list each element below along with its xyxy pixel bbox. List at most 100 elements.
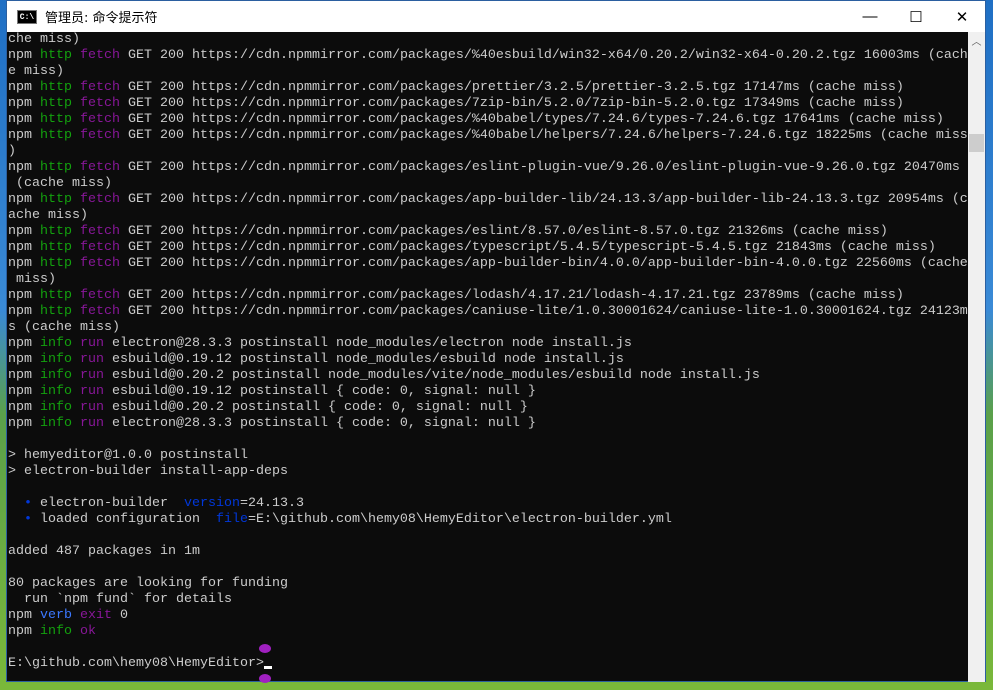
console-text-segment: electron-builder — [32, 496, 184, 511]
scrollbar-thumb[interactable] — [969, 134, 984, 152]
console-text-segment: npm — [8, 128, 40, 143]
console-text-segment: npm — [8, 624, 40, 639]
console-text-segment: run — [80, 416, 112, 431]
console-text-segment: fetch — [80, 256, 128, 271]
console-text-segment: run — [80, 368, 112, 383]
console-text-segment: http — [40, 112, 80, 127]
console-text-segment: npm — [8, 256, 40, 271]
console-line: npm http fetch GET 200 https://cdn.npmmi… — [8, 160, 970, 176]
console-line: • electron-builder version=24.13.3 — [8, 496, 970, 512]
console-text-segment: electron@28.3.3 postinstall { code: 0, s… — [112, 416, 536, 431]
console-line: npm info run esbuild@0.20.2 postinstall … — [8, 368, 970, 384]
console-line: s (cache miss) — [8, 320, 970, 336]
ime-caret-bottom-icon — [259, 674, 271, 683]
vertical-scrollbar[interactable]: ︿ — [968, 32, 985, 682]
console-text-segment: npm — [8, 112, 40, 127]
window-title: 管理员: 命令提示符 — [45, 11, 158, 26]
console-line: npm info run esbuild@0.19.12 postinstall… — [8, 384, 970, 400]
console-text-segment: fetch — [80, 288, 128, 303]
console-line: npm http fetch GET 200 https://cdn.npmmi… — [8, 224, 970, 240]
console-text-segment: fetch — [80, 192, 128, 207]
console-line: > electron-builder install-app-deps — [8, 464, 970, 480]
console-text-segment: http — [40, 304, 80, 319]
console-text-segment: version — [183, 496, 240, 511]
console-line: npm info run esbuild@0.19.12 postinstall… — [8, 352, 970, 368]
console-line: npm info run electron@28.3.3 postinstall… — [8, 336, 970, 352]
title-bar[interactable]: C:\ 管理员: 命令提示符 — ☐ ✕ — [7, 1, 985, 32]
console-text-segment: run `npm fund` for details — [8, 592, 232, 607]
console-text-segment: E:\github.com\hemy08\HemyEditor> — [8, 656, 264, 671]
console-text-segment: fetch — [80, 128, 128, 143]
console-text-segment: =E:\github.com\hemy08\HemyEditor\electro… — [247, 512, 672, 527]
console-text-segment: http — [40, 288, 80, 303]
console-line: added 487 packages in 1m — [8, 544, 970, 560]
console-text-segment: info — [40, 384, 80, 399]
console-text-segment: npm — [8, 336, 40, 351]
console-text-segment: GET 200 https://cdn.npmmirror.com/packag… — [128, 304, 968, 319]
console-text-segment: loaded configuration — [32, 512, 216, 527]
console-text-segment: npm — [8, 368, 40, 383]
console-text-segment: info — [40, 400, 80, 415]
console-line: npm http fetch GET 200 https://cdn.npmmi… — [8, 240, 970, 256]
console-text-segment: ) — [8, 144, 16, 159]
console-text-segment: esbuild@0.20.2 postinstall { code: 0, si… — [112, 400, 528, 415]
console-text-segment: fetch — [80, 112, 128, 127]
console-text-segment: npm — [8, 240, 40, 255]
cmd-icon: C:\ — [17, 9, 37, 24]
console-text-segment: npm — [8, 48, 40, 63]
console-text-segment: http — [40, 192, 80, 207]
console-text-segment: > hemyeditor@1.0.0 postinstall — [8, 448, 248, 463]
maximize-button[interactable]: ☐ — [893, 1, 939, 32]
console-text-segment: file — [215, 512, 248, 527]
console-text-segment: =24.13.3 — [239, 496, 304, 511]
console-text-segment: info — [40, 416, 80, 431]
close-button[interactable]: ✕ — [939, 1, 985, 32]
console-text-segment: npm — [8, 80, 40, 95]
console-text-segment: fetch — [80, 240, 128, 255]
console-text-segment: GET 200 https://cdn.npmmirror.com/packag… — [128, 288, 904, 303]
console-line: e miss) — [8, 64, 970, 80]
console-text-segment: http — [40, 128, 80, 143]
console-line: npm verb exit 0 — [8, 608, 970, 624]
console-text-segment: npm — [8, 160, 40, 175]
console-text-segment: http — [40, 80, 80, 95]
console-text-segment: fetch — [80, 160, 128, 175]
console-line: run `npm fund` for details — [8, 592, 970, 608]
console-text-segment: npm — [8, 304, 40, 319]
console-text-segment: npm — [8, 400, 40, 415]
console-text-segment: 0 — [120, 608, 128, 623]
console-text-segment: fetch — [80, 48, 128, 63]
console-text-segment: GET 200 https://cdn.npmmirror.com/packag… — [128, 192, 968, 207]
console-text-segment: info — [40, 368, 80, 383]
minimize-button[interactable]: — — [847, 1, 893, 32]
console-text-segment: fetch — [80, 96, 128, 111]
scroll-up-arrow-icon[interactable]: ︿ — [968, 32, 985, 49]
console-line: npm http fetch GET 200 https://cdn.npmmi… — [8, 48, 970, 64]
console-text-segment: esbuild@0.20.2 postinstall node_modules/… — [112, 368, 760, 383]
console-line: npm http fetch GET 200 https://cdn.npmmi… — [8, 80, 970, 96]
console-text-segment: http — [40, 48, 80, 63]
console-text-segment: added 487 packages in 1m — [8, 544, 200, 559]
console-text-segment: GET 200 https://cdn.npmmirror.com/packag… — [128, 160, 960, 175]
console-text-segment: run — [80, 384, 112, 399]
console-text-segment: che miss) — [8, 32, 80, 47]
console-line: ) — [8, 144, 970, 160]
console-output[interactable]: che miss) npm http fetch GET 200 https://… — [8, 32, 970, 682]
console-text-segment: info — [40, 624, 80, 639]
console-line: E:\github.com\hemy08\HemyEditor> — [8, 656, 970, 672]
console-text-segment: fetch — [80, 304, 128, 319]
console-text-segment: fetch — [80, 80, 128, 95]
console-text-segment: npm — [8, 608, 40, 623]
console-text-segment: (cache miss) — [8, 176, 112, 191]
console-text-segment: ache miss) — [8, 208, 88, 223]
console-text-segment: npm — [8, 384, 40, 399]
console-text-segment: miss) — [8, 272, 56, 287]
console-text-segment: http — [40, 96, 80, 111]
console-text-segment: info — [40, 336, 80, 351]
console-text-segment: • — [24, 496, 32, 511]
console-text-segment: electron@28.3.3 postinstall node_modules… — [112, 336, 632, 351]
console-line: npm http fetch GET 200 https://cdn.npmmi… — [8, 256, 970, 272]
